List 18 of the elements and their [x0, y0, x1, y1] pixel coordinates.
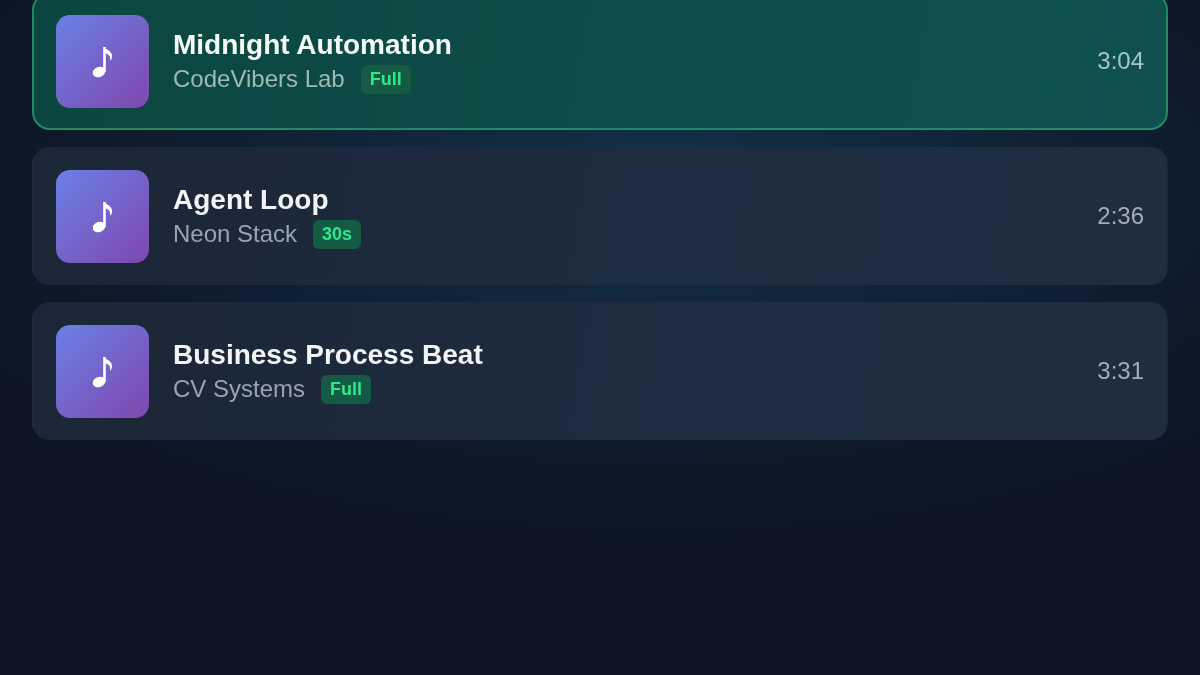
version-tag: Full: [321, 374, 372, 404]
track-row[interactable]: Business Process Beat CV Systems Full 3:31: [32, 302, 1168, 440]
version-tag: 30s: [313, 219, 362, 249]
artist-name: CV Systems: [173, 375, 306, 403]
version-tag: Full: [360, 64, 411, 94]
artist-name: Neon Stack: [173, 220, 298, 248]
music-note-icon: [56, 14, 149, 108]
music-note-icon: [56, 324, 149, 418]
track-row[interactable]: Midnight Automation CodeVibers Lab Full 3:04: [32, 0, 1168, 130]
track-duration: 3:04: [1097, 47, 1144, 75]
track-duration: 3:31: [1097, 357, 1144, 385]
track-row[interactable]: Agent Loop Neon Stack 30s 2:36: [32, 147, 1168, 285]
track-title: Business Process Beat: [173, 338, 483, 371]
track-duration: 2:36: [1097, 202, 1144, 230]
artist-name: CodeVibers Lab: [173, 65, 345, 93]
music-note-icon: [56, 169, 149, 263]
track-title: Agent Loop: [173, 183, 329, 216]
track-title: Midnight Automation: [173, 28, 452, 61]
